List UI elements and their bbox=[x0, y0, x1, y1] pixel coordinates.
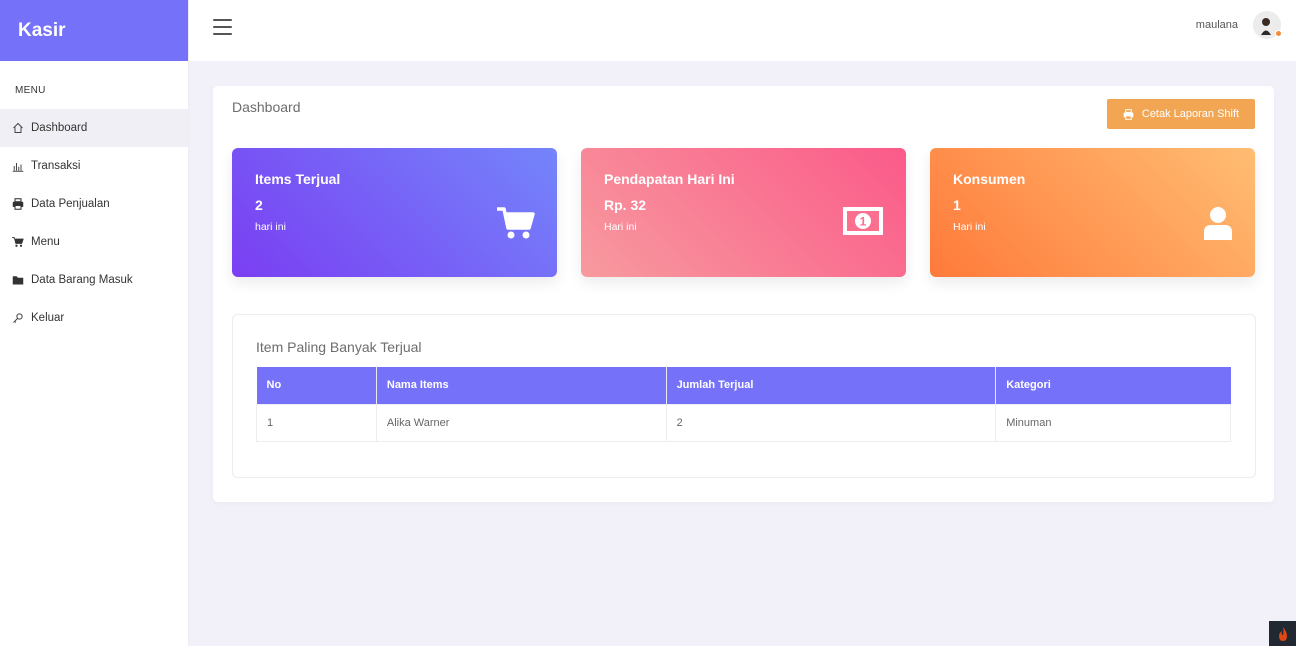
menu-heading: MENU bbox=[15, 85, 46, 96]
table-row: 1 Alika Warner 2 Minuman bbox=[256, 403, 1231, 442]
top-header: maulana bbox=[189, 0, 1296, 61]
shopping-cart-icon bbox=[497, 206, 535, 245]
table-title: Item Paling Banyak Terjual bbox=[256, 339, 422, 355]
stat-title: Konsumen bbox=[953, 171, 1026, 187]
sidebar-item-keluar[interactable]: Keluar bbox=[0, 299, 188, 337]
print-shift-report-button[interactable]: Cetak Laporan Shift bbox=[1107, 99, 1255, 129]
flame-icon bbox=[1278, 626, 1287, 641]
stat-card-customers: Konsumen 1 Hari ini bbox=[930, 148, 1255, 277]
user-icon bbox=[1203, 206, 1233, 245]
cell-qty-sold: 2 bbox=[665, 403, 997, 442]
column-header-qty-sold[interactable]: Jumlah Terjual bbox=[666, 367, 997, 404]
sidebar-item-data-penjualan[interactable]: Data Penjualan bbox=[0, 185, 188, 223]
stat-value: 1 bbox=[953, 197, 961, 213]
column-header-item-name[interactable]: Nama Items bbox=[376, 367, 667, 404]
user-name[interactable]: maulana bbox=[1196, 19, 1238, 31]
stat-card-items-sold: Items Terjual 2 hari ini bbox=[232, 148, 557, 277]
column-header-category[interactable]: Kategori bbox=[995, 367, 1231, 404]
bar-chart-icon bbox=[11, 159, 25, 173]
cell-category: Minuman bbox=[995, 403, 1231, 442]
page-title: Dashboard bbox=[232, 99, 301, 115]
sidebar-item-transaksi[interactable]: Transaksi bbox=[0, 147, 188, 185]
status-dot bbox=[1275, 30, 1282, 37]
top-items-table: No Nama Items Jumlah Terjual Kategori 1 … bbox=[256, 367, 1231, 442]
column-header-no[interactable]: No bbox=[256, 367, 377, 404]
money-icon: 1 bbox=[842, 206, 884, 241]
folder-icon bbox=[11, 273, 25, 287]
print-button-label: Cetak Laporan Shift bbox=[1141, 108, 1240, 120]
sidebar-item-label: Data Penjualan bbox=[31, 198, 110, 210]
sidebar-item-label: Keluar bbox=[31, 312, 65, 324]
avatar[interactable] bbox=[1253, 11, 1282, 39]
sidebar-item-label: Dashboard bbox=[31, 122, 88, 134]
stat-card-income-today: Pendapatan Hari Ini Rp. 32 Hari ini 1 bbox=[581, 148, 906, 277]
stat-title: Items Terjual bbox=[255, 171, 341, 187]
sidebar-item-label: Transaksi bbox=[31, 160, 81, 172]
table-header-row: No Nama Items Jumlah Terjual Kategori bbox=[256, 367, 1231, 404]
hamburger-icon[interactable] bbox=[213, 19, 232, 36]
stat-title: Pendapatan Hari Ini bbox=[604, 171, 735, 187]
sidebar-item-label: Data Barang Masuk bbox=[31, 274, 133, 286]
sidebar: Kasir MENU Dashboard Transaksi Data Penj… bbox=[0, 0, 189, 646]
cell-item-name: Alika Warner bbox=[375, 403, 667, 442]
printer-icon bbox=[1123, 108, 1134, 120]
home-icon bbox=[11, 121, 25, 135]
cell-no: 1 bbox=[256, 403, 377, 442]
debug-toolbar-badge[interactable] bbox=[1269, 621, 1296, 646]
key-icon bbox=[11, 311, 25, 325]
top-items-panel: Item Paling Banyak Terjual No Nama Items… bbox=[232, 314, 1256, 478]
svg-text:1: 1 bbox=[860, 215, 867, 229]
cart-icon bbox=[11, 235, 25, 249]
sidebar-item-dashboard[interactable]: Dashboard bbox=[0, 109, 188, 147]
printer-icon bbox=[11, 197, 25, 211]
stat-subtitle: Hari ini bbox=[953, 221, 986, 233]
stat-value: 2 bbox=[255, 197, 263, 213]
sidebar-item-data-barang-masuk[interactable]: Data Barang Masuk bbox=[0, 261, 188, 299]
sidebar-item-menu[interactable]: Menu bbox=[0, 223, 188, 261]
dashboard-card: Dashboard Cetak Laporan Shift Items Terj… bbox=[213, 86, 1274, 502]
sidebar-item-label: Menu bbox=[31, 236, 60, 248]
brand-logo[interactable]: Kasir bbox=[0, 0, 188, 61]
stat-subtitle: hari ini bbox=[255, 221, 286, 233]
